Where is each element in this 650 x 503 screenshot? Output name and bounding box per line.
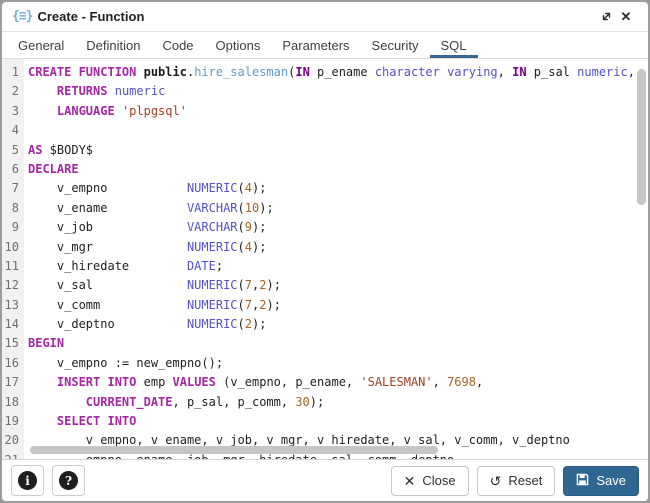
close-button-label: Close — [422, 473, 455, 488]
line-number: 10 — [2, 238, 19, 257]
line-number: 21 — [2, 451, 19, 459]
reset-button[interactable]: ↺ Reset — [477, 466, 556, 496]
line-number: 9 — [2, 218, 19, 237]
line-number: 8 — [2, 199, 19, 218]
line-number: 15 — [2, 334, 19, 353]
code-line: v_job VARCHAR(9); — [28, 218, 648, 237]
info-icon: i — [18, 471, 37, 490]
tab-code[interactable]: Code — [151, 32, 204, 58]
dialog-tabbar: General Definition Code Options Paramete… — [2, 32, 648, 59]
function-icon: {≡} — [12, 9, 32, 24]
close-icon: ✕ — [621, 9, 632, 25]
line-number: 18 — [2, 393, 19, 412]
line-number: 3 — [2, 102, 19, 121]
reset-button-label: Reset — [508, 473, 542, 488]
tab-definition[interactable]: Definition — [75, 32, 151, 58]
dialog-title: Create - Function — [37, 9, 144, 24]
tab-sql[interactable]: SQL — [430, 32, 478, 58]
line-number: 1 — [2, 63, 19, 82]
line-number: 5 — [2, 141, 19, 160]
line-number-gutter: 123456789101112131415161718192021 — [2, 59, 24, 459]
close-dialog-button[interactable]: ✕ — [616, 7, 636, 27]
code-line: AS $BODY$ — [28, 141, 648, 160]
code-line: BEGIN — [28, 334, 648, 353]
code-line: v_ename VARCHAR(10); — [28, 199, 648, 218]
help-icon: ? — [59, 471, 78, 490]
code-line: RETURNS numeric — [28, 82, 648, 101]
sql-editor[interactable]: 123456789101112131415161718192021 CREATE… — [2, 59, 648, 459]
code-line: LANGUAGE 'plpgsql' — [28, 102, 648, 121]
line-number: 4 — [2, 121, 19, 140]
code-line: INSERT INTO emp VALUES (v_empno, p_ename… — [28, 373, 648, 392]
expand-icon — [600, 10, 613, 23]
line-number: 11 — [2, 257, 19, 276]
code-line: v_hiredate DATE; — [28, 257, 648, 276]
close-x-icon: ✕ — [404, 474, 416, 488]
horizontal-scrollbar-thumb[interactable] — [30, 446, 438, 454]
line-number: 2 — [2, 82, 19, 101]
line-number: 13 — [2, 296, 19, 315]
save-button[interactable]: Save — [563, 466, 639, 496]
code-line: v_mgr NUMERIC(4); — [28, 238, 648, 257]
code-line: CREATE FUNCTION public.hire_salesman(IN … — [28, 63, 648, 82]
line-number: 6 — [2, 160, 19, 179]
line-number: 19 — [2, 412, 19, 431]
line-number: 20 — [2, 431, 19, 450]
code-line: v_empno NUMERIC(4); — [28, 179, 648, 198]
code-content[interactable]: CREATE FUNCTION public.hire_salesman(IN … — [24, 59, 648, 459]
help-button[interactable]: ? — [52, 465, 85, 496]
tab-security[interactable]: Security — [361, 32, 430, 58]
reset-icon: ↺ — [490, 474, 502, 488]
code-line: CURRENT_DATE, p_sal, p_comm, 30); — [28, 393, 648, 412]
info-button[interactable]: i — [11, 465, 44, 496]
tab-general[interactable]: General — [7, 32, 75, 58]
maximize-button[interactable] — [596, 7, 616, 27]
line-number: 16 — [2, 354, 19, 373]
close-button[interactable]: ✕ Close — [391, 466, 469, 496]
code-line: v_comm NUMERIC(7,2); — [28, 296, 648, 315]
save-button-label: Save — [596, 473, 626, 488]
code-line: v_sal NUMERIC(7,2); — [28, 276, 648, 295]
dialog-titlebar: {≡} Create - Function ✕ — [2, 2, 648, 32]
line-number: 12 — [2, 276, 19, 295]
code-line: DECLARE — [28, 160, 648, 179]
create-function-dialog: {≡} Create - Function ✕ General Definiti… — [0, 0, 650, 503]
code-line — [28, 121, 648, 140]
line-number: 17 — [2, 373, 19, 392]
code-line: v_deptno NUMERIC(2); — [28, 315, 648, 334]
tab-parameters[interactable]: Parameters — [271, 32, 360, 58]
line-number: 14 — [2, 315, 19, 334]
line-number: 7 — [2, 179, 19, 198]
save-icon — [576, 473, 589, 488]
vertical-scrollbar-thumb[interactable] — [637, 69, 646, 205]
code-line: SELECT INTO — [28, 412, 648, 431]
code-line: v_empno := new_empno(); — [28, 354, 648, 373]
dialog-footer: i ? ✕ Close ↺ Reset Save — [2, 459, 648, 501]
tab-options[interactable]: Options — [205, 32, 272, 58]
